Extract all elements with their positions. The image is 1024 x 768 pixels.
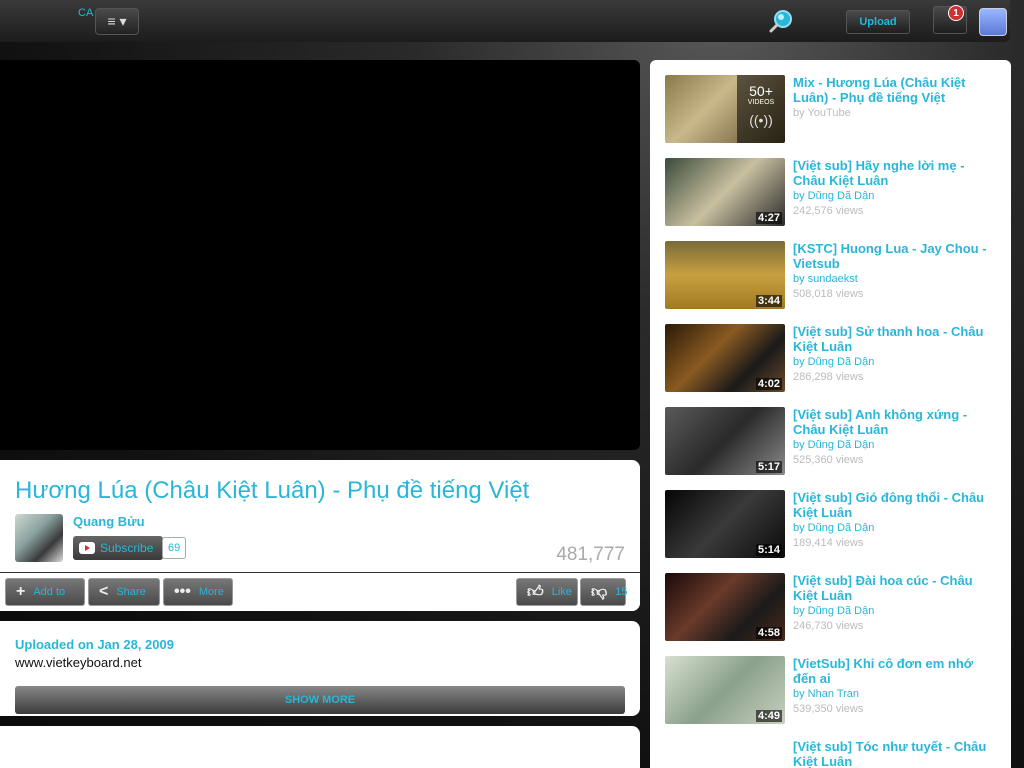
related-views: 242,576 views — [793, 205, 864, 217]
more-dots-icon: ••• — [174, 583, 191, 600]
related-by[interactable]: by Dũng Dã Dận — [793, 605, 874, 617]
related-title[interactable]: [Việt sub] Sử thanh hoa - Châu Kiệt Luân — [793, 324, 998, 354]
share-button[interactable]: < Share — [88, 578, 160, 606]
related-thumbnail[interactable]: 5:14 — [665, 490, 785, 558]
related-thumbnail[interactable]: 5:17 — [665, 407, 785, 475]
video-player[interactable] — [0, 60, 640, 450]
related-title[interactable]: [Việt sub] Hãy nghe lời mẹ - Châu Kiệt L… — [793, 158, 998, 188]
channel-name[interactable]: Quang Bửu — [73, 514, 145, 529]
related-mix-item[interactable]: 50+ VIDEOS ((•)) Mix - Hương Lúa (Châu K… — [665, 75, 1005, 145]
related-title[interactable]: [KSTC] Huong Lua - Jay Chou - Vietsub — [793, 241, 998, 271]
related-title[interactable]: Mix - Hương Lúa (Châu Kiệt Luân) - Phụ đ… — [793, 75, 998, 105]
related-by[interactable]: by Nhan Tran — [793, 688, 859, 700]
dislike-button[interactable]: 👎︎ 15 — [580, 578, 628, 606]
dislike-count: 15 — [615, 586, 628, 598]
related-thumbnail[interactable]: 4:27 — [665, 158, 785, 226]
ca-text: CA — [78, 7, 94, 19]
related-views: 539,350 views — [793, 703, 864, 715]
more-label: More — [198, 586, 224, 598]
radio-icon: ((•)) — [749, 112, 773, 128]
duration: 4:02 — [755, 378, 782, 390]
search-icon[interactable] — [768, 8, 794, 34]
related-thumbnail[interactable]: 3:44 — [665, 241, 785, 309]
related-thumbnail[interactable]: 4:49 — [665, 656, 785, 724]
like-button[interactable]: 👍︎ Like — [516, 578, 578, 606]
related-thumbnail[interactable]: 50+ VIDEOS ((•)) — [665, 75, 785, 143]
related-title[interactable]: [Việt sub] Tóc như tuyết - Châu Kiệt Luâ… — [793, 739, 998, 768]
account-avatar[interactable] — [979, 8, 1007, 36]
related-views: 246,730 views — [793, 620, 864, 632]
action-row: + Add to < Share ••• More 👍︎ Like 👎︎ 15 — [0, 572, 640, 611]
upload-button[interactable]: Upload — [846, 10, 910, 34]
related-item[interactable]: 4:58 [Việt sub] Đài hoa cúc - Châu Kiệt … — [665, 573, 1005, 643]
duration: 4:27 — [755, 212, 782, 224]
subscriber-count: 69 — [162, 537, 187, 559]
show-more-button[interactable]: SHOW MORE — [15, 686, 625, 714]
plus-icon: + — [16, 583, 26, 600]
thumbs-up-icon: 👍︎ — [527, 583, 544, 601]
related-views: 286,298 views — [793, 371, 864, 383]
related-videos-sidebar: 50+ VIDEOS ((•)) Mix - Hương Lúa (Châu K… — [650, 60, 1011, 768]
more-button[interactable]: ••• More — [163, 578, 233, 606]
add-to-label: Add to — [33, 586, 66, 598]
upload-date: Uploaded on Jan 28, 2009 — [15, 637, 174, 652]
related-title[interactable]: [Việt sub] Anh không xứng - Châu Kiệt Lu… — [793, 407, 998, 437]
channel-avatar[interactable] — [15, 514, 63, 562]
description-text: www.vietkeyboard.net — [15, 655, 142, 670]
video-title: Hương Lúa (Châu Kiệt Luân) - Phụ đề tiến… — [15, 477, 530, 504]
related-item[interactable]: 5:14 [Việt sub] Gió đông thổi - Châu Kiệ… — [665, 490, 1005, 560]
add-to-button[interactable]: + Add to — [5, 578, 85, 606]
description-card: Uploaded on Jan 28, 2009 www.vietkeyboar… — [0, 621, 640, 716]
related-by[interactable]: by Dũng Dã Dận — [793, 356, 874, 368]
related-title[interactable]: [Việt sub] Gió đông thổi - Châu Kiệt Luâ… — [793, 490, 998, 520]
view-count: 481,777 — [556, 544, 625, 565]
share-label: Share — [116, 586, 146, 598]
mix-overlay: 50+ VIDEOS ((•)) — [737, 75, 785, 143]
related-by[interactable]: by sundaekst — [793, 273, 858, 285]
related-views: 525,360 views — [793, 454, 864, 466]
related-by[interactable]: by Dũng Dã Dận — [793, 190, 874, 202]
related-item[interactable]: 4:02 [Việt sub] Sử thanh hoa - Châu Kiệt… — [665, 324, 1005, 394]
related-views: 508,018 views — [793, 288, 864, 300]
share-icon: < — [99, 583, 109, 600]
related-item[interactable]: 4:49 [VietSub] Khi cô đơn em nhớ đến ai … — [665, 656, 1005, 726]
duration: 4:58 — [755, 627, 782, 639]
related-by[interactable]: by Dũng Dã Dận — [793, 522, 874, 534]
duration: 4:49 — [755, 710, 782, 722]
youtube-play-icon — [79, 542, 95, 554]
related-item[interactable]: 4:27 [Việt sub] Hãy nghe lời mẹ - Châu K… — [665, 158, 1005, 228]
related-item[interactable]: [Việt sub] Tóc như tuyết - Châu Kiệt Luâ… — [665, 739, 1005, 768]
thumbs-down-icon: 👎︎ — [591, 583, 608, 601]
notification-badge: 1 — [948, 5, 964, 21]
mix-count-label: VIDEOS — [747, 99, 775, 106]
like-label: Like — [551, 586, 572, 598]
related-by[interactable]: by Dũng Dã Dận — [793, 439, 874, 451]
guide-menu-button[interactable]: ≡ ▾ — [95, 8, 139, 35]
video-info-card: Hương Lúa (Châu Kiệt Luân) - Phụ đề tiến… — [0, 460, 640, 611]
mix-count: 50+ — [749, 83, 773, 99]
subscribe-label: Subscribe — [100, 541, 154, 555]
related-thumbnail[interactable]: 4:58 — [665, 573, 785, 641]
subscribe-button[interactable]: Subscribe — [73, 536, 163, 560]
duration: 3:44 — [755, 295, 782, 307]
comments-card — [0, 726, 640, 768]
related-item[interactable]: 3:44 [KSTC] Huong Lua - Jay Chou - Viets… — [665, 241, 1005, 311]
duration: 5:17 — [755, 461, 782, 473]
related-thumbnail[interactable]: 4:02 — [665, 324, 785, 392]
related-views: 189,414 views — [793, 537, 864, 549]
related-by: by YouTube — [793, 107, 851, 119]
related-title[interactable]: [VietSub] Khi cô đơn em nhớ đến ai — [793, 656, 998, 686]
related-title[interactable]: [Việt sub] Đài hoa cúc - Châu Kiệt Luân — [793, 573, 998, 603]
duration: 5:14 — [755, 544, 782, 556]
related-item[interactable]: 5:17 [Việt sub] Anh không xứng - Châu Ki… — [665, 407, 1005, 477]
